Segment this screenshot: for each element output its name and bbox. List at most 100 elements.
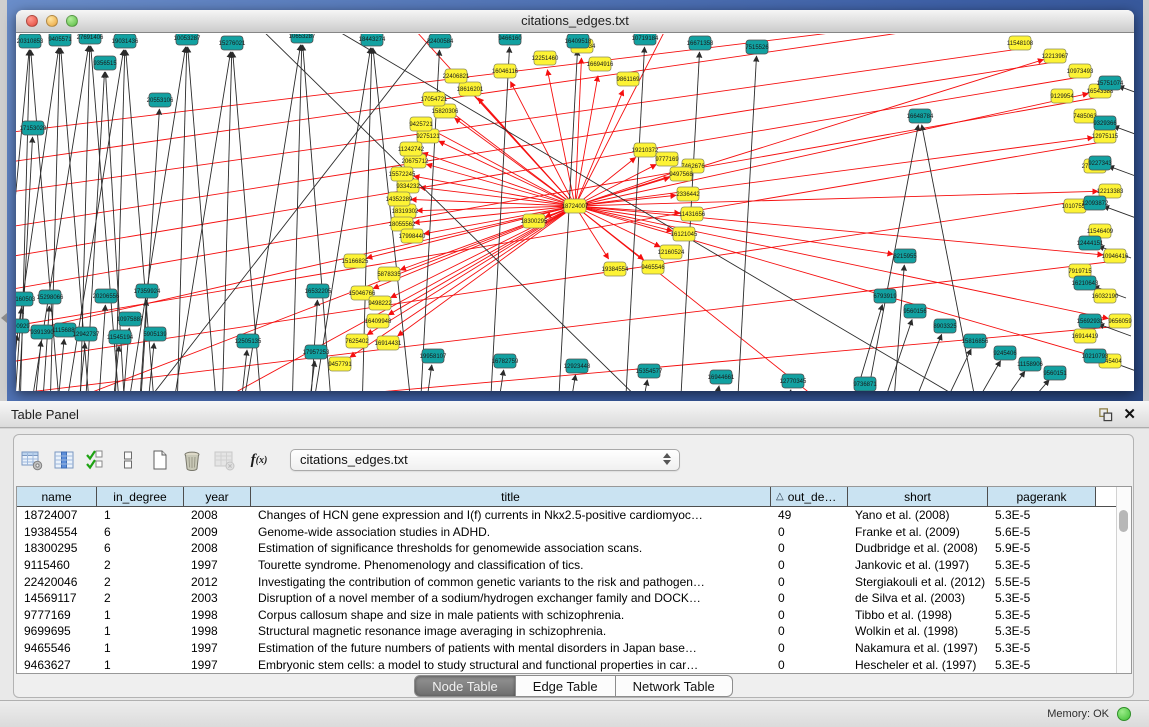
- graph-node[interactable]: 16121045: [671, 227, 698, 241]
- table-cell[interactable]: 0: [771, 658, 848, 672]
- graph-node[interactable]: 12093872: [1082, 196, 1109, 210]
- graph-node[interactable]: 17054721: [421, 92, 448, 106]
- table-cell[interactable]: 5.3E-5: [988, 624, 1096, 638]
- network-graph[interactable]: 1872400712251460160461161861620115820306…: [16, 34, 1134, 391]
- minimize-window-button[interactable]: [46, 15, 58, 27]
- graph-node[interactable]: 16782759: [492, 354, 519, 368]
- table-cell[interactable]: 18300295: [17, 541, 97, 555]
- column-header-title[interactable]: title: [251, 487, 771, 506]
- graph-node[interactable]: 17957253: [303, 345, 330, 359]
- network-window-titlebar[interactable]: citations_edges.txt: [16, 10, 1134, 33]
- graph-node[interactable]: 12975115: [1092, 129, 1119, 143]
- table-cell[interactable]: 1: [97, 658, 184, 672]
- graph-node[interactable]: 10973493: [1067, 64, 1094, 78]
- graph-node[interactable]: 16914431: [375, 336, 402, 350]
- table-cell[interactable]: Tibbo et al. (1998): [848, 608, 988, 622]
- graph-node[interactable]: 10653287: [289, 34, 316, 43]
- table-cell[interactable]: Corpus callosum shape and size in male p…: [251, 608, 771, 622]
- table-cell[interactable]: 5.3E-5: [988, 608, 1096, 622]
- table-cell[interactable]: 1: [97, 508, 184, 522]
- show-columns-button[interactable]: [52, 448, 76, 472]
- table-cell[interactable]: 0: [771, 641, 848, 655]
- table-row[interactable]: 977716911998Corpus callosum shape and si…: [17, 607, 1131, 624]
- graph-node[interactable]: 9465546: [641, 260, 665, 274]
- graph-node[interactable]: 20553106: [147, 93, 174, 107]
- table-cell[interactable]: Stergiakouli et al. (2012): [848, 575, 988, 589]
- table-cell[interactable]: 0: [771, 541, 848, 555]
- table-cell[interactable]: Hescheler et al. (1997): [848, 658, 988, 672]
- table-cell[interactable]: de Silva et al. (2003): [848, 591, 988, 605]
- graph-node[interactable]: 16694916: [587, 57, 614, 71]
- column-header-short[interactable]: short: [848, 487, 988, 506]
- graph-node[interactable]: 5878335: [377, 267, 401, 281]
- table-cell[interactable]: Changes of HCN gene expression and I(f) …: [251, 508, 771, 522]
- close-window-button[interactable]: [26, 15, 38, 27]
- graph-node[interactable]: 5905139: [143, 327, 167, 341]
- graph-node[interactable]: 19210372: [632, 143, 659, 157]
- graph-node[interactable]: 12251460: [532, 51, 559, 65]
- graph-node[interactable]: 10946416: [1102, 249, 1129, 263]
- table-cell[interactable]: Dudbridge et al. (2008): [848, 541, 988, 555]
- table-row[interactable]: 1830029562008Estimation of significance …: [17, 540, 1131, 557]
- graph-node[interactable]: 9405571: [48, 34, 72, 46]
- table-cell[interactable]: 49: [771, 508, 848, 522]
- graph-node[interactable]: 12213967: [1042, 49, 1069, 63]
- table-cell[interactable]: Embryonic stem cells: a model to study s…: [251, 658, 771, 672]
- graph-node[interactable]: 16409948: [365, 314, 392, 328]
- graph-node[interactable]: 11431656: [679, 207, 706, 221]
- graph-node[interactable]: 11545194: [107, 330, 134, 344]
- table-cell[interactable]: 1997: [184, 641, 251, 655]
- table-cell[interactable]: 2008: [184, 508, 251, 522]
- graph-node[interactable]: 15276021: [219, 36, 246, 50]
- graph-node[interactable]: 9129954: [1050, 89, 1074, 103]
- graph-node[interactable]: 8903325: [933, 319, 957, 333]
- graph-node[interactable]: 12444151: [1077, 236, 1104, 250]
- function-builder-button[interactable]: f(x): [244, 448, 274, 472]
- graph-node[interactable]: 15692931: [1077, 314, 1104, 328]
- table-cell[interactable]: 2012: [184, 575, 251, 589]
- table-row[interactable]: 2242004622012Investigating the contribut…: [17, 573, 1131, 590]
- graph-node[interactable]: 9425721: [409, 117, 433, 131]
- graph-node[interactable]: 10210793: [1082, 349, 1109, 363]
- network-canvas[interactable]: 1872400712251460160461161861620115820306…: [16, 34, 1134, 391]
- graph-node[interactable]: 18443274: [359, 34, 386, 46]
- table-cell[interactable]: 5.6E-5: [988, 525, 1096, 539]
- graph-node[interactable]: 9300929: [16, 319, 30, 333]
- table-cell[interactable]: Structural magnetic resonance image aver…: [251, 624, 771, 638]
- graph-node[interactable]: 16671358: [687, 36, 714, 50]
- table-cell[interactable]: 5.3E-5: [988, 591, 1096, 605]
- table-cell[interactable]: 0: [771, 608, 848, 622]
- table-cell[interactable]: 2003: [184, 591, 251, 605]
- table-cell[interactable]: 5.9E-5: [988, 541, 1096, 555]
- graph-node[interactable]: 20206556: [93, 289, 120, 303]
- close-panel-icon[interactable]: ✕: [1123, 405, 1136, 423]
- graph-node[interactable]: 11548108: [1007, 36, 1034, 50]
- table-cell[interactable]: 9115460: [17, 558, 97, 572]
- column-header-pagerank[interactable]: pagerank: [988, 487, 1096, 506]
- graph-node[interactable]: 11158906: [1017, 357, 1043, 371]
- table-cell[interactable]: Investigating the contribution of common…: [251, 575, 771, 589]
- graph-node[interactable]: 15751074: [1097, 76, 1124, 90]
- graph-node[interactable]: 18300295: [521, 214, 548, 228]
- graph-node[interactable]: 7515526: [745, 40, 769, 54]
- row-options-button[interactable]: [116, 448, 140, 472]
- table-cell[interactable]: Franke et al. (2009): [848, 525, 988, 539]
- table-cell[interactable]: 9699695: [17, 624, 97, 638]
- graph-node[interactable]: 9227343: [1088, 156, 1112, 170]
- table-cell[interactable]: 6: [97, 525, 184, 539]
- table-cell[interactable]: 9465546: [17, 641, 97, 655]
- float-panel-icon[interactable]: [1098, 407, 1113, 422]
- table-cell[interactable]: Wolkin et al. (1998): [848, 624, 988, 638]
- table-cell[interactable]: 9777169: [17, 608, 97, 622]
- graph-node[interactable]: 9466160: [498, 34, 522, 45]
- tab-edge-table[interactable]: Edge Table: [516, 675, 616, 697]
- table-cell[interactable]: 2: [97, 591, 184, 605]
- table-cell[interactable]: 18724007: [17, 508, 97, 522]
- graph-node[interactable]: 25160503: [16, 292, 36, 306]
- graph-node[interactable]: 14352289: [386, 192, 413, 206]
- table-settings-button[interactable]: [20, 448, 44, 472]
- collapse-west-panel-arrow[interactable]: [1, 313, 7, 323]
- import-table-button[interactable]: [212, 448, 236, 472]
- graph-node[interactable]: 15166825: [342, 254, 369, 268]
- table-row[interactable]: 1938455462009Genome-wide association stu…: [17, 524, 1131, 541]
